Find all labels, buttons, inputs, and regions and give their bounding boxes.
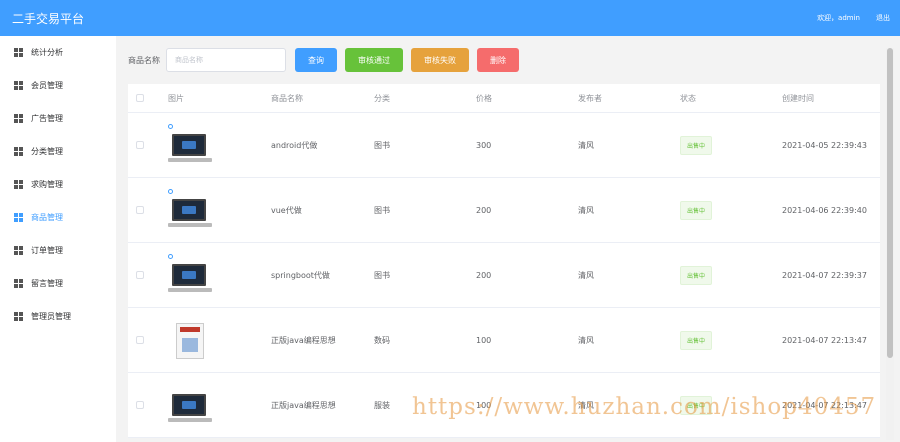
sidebar-item-label: 商品管理	[31, 213, 63, 222]
product-name: 正版java编程思想	[271, 335, 336, 345]
sidebar-item-label: 统计分析	[31, 48, 63, 57]
status-badge: 出售中	[680, 200, 713, 220]
product-price: 100	[476, 335, 492, 345]
column-header-image: 图片	[168, 93, 184, 103]
table-row[interactable]: springboot代做 图书 200 清风 出售中 2021-04-07 22…	[128, 243, 880, 308]
menu-grid-icon	[14, 213, 23, 222]
scrollbar-thumb[interactable]	[887, 48, 893, 358]
product-publisher: 清风	[578, 205, 594, 215]
search-toolbar: 商品名称 查询 审核通过 审核失败 删除	[128, 36, 898, 84]
laptop-image	[168, 189, 214, 231]
table-row[interactable]: vue代做 图书 200 清风 出售中 2021-04-06 22:39:40	[128, 178, 880, 243]
row-checkbox[interactable]	[136, 271, 144, 279]
menu-grid-icon	[14, 180, 23, 189]
product-name: android代做	[271, 140, 318, 150]
menu-grid-icon	[14, 147, 23, 156]
status-badge: 出售中	[680, 135, 713, 155]
sidebar-item-messages[interactable]: 留言管理	[0, 267, 116, 300]
sidebar-item-ads[interactable]: 广告管理	[0, 102, 116, 135]
vertical-scrollbar[interactable]	[886, 48, 894, 440]
sidebar-item-orders[interactable]: 订单管理	[0, 234, 116, 267]
product-publisher: 清风	[578, 270, 594, 280]
product-price: 200	[476, 270, 492, 280]
column-header-name: 商品名称	[271, 93, 303, 103]
select-all-checkbox[interactable]	[136, 94, 144, 102]
table-row[interactable]: android代做 图书 300 清风 出售中 2021-04-05 22:39…	[128, 113, 880, 178]
menu-grid-icon	[14, 279, 23, 288]
delete-button[interactable]: 删除	[477, 48, 519, 72]
app-title: 二手交易平台	[12, 11, 85, 26]
sidebar-item-label: 求购管理	[31, 180, 63, 189]
main-content: 商品名称 查询 审核通过 审核失败 删除 图片 商品名称 分类 价格 发布者 状…	[128, 36, 898, 442]
menu-grid-icon	[14, 114, 23, 123]
menu-grid-icon	[14, 312, 23, 321]
product-table: 图片 商品名称 分类 价格 发布者 状态 创建时间 android代做 图书 3…	[128, 84, 880, 438]
created-time: 2021-04-07 22:13:47	[782, 335, 867, 345]
product-category: 图书	[374, 140, 390, 150]
sidebar: 统计分析 会员管理 广告管理 分类管理 求购管理 商品管理 订单管理 留言管理 …	[0, 36, 116, 442]
product-name-input[interactable]	[166, 48, 286, 72]
column-header-status: 状态	[680, 93, 696, 103]
sidebar-item-label: 会员管理	[31, 81, 63, 90]
created-time: 2021-04-06 22:39:40	[782, 205, 867, 215]
created-time: 2021-04-07 22:39:37	[782, 270, 867, 280]
table-header: 图片 商品名称 分类 价格 发布者 状态 创建时间	[128, 84, 880, 113]
app-header: 二手交易平台 欢迎，admin 退出	[0, 0, 900, 36]
approve-button[interactable]: 审核通过	[345, 48, 403, 72]
product-name: 正版java编程思想	[271, 400, 336, 410]
laptop-image	[168, 384, 214, 426]
product-category: 图书	[374, 270, 390, 280]
table-row[interactable]: 正版java编程思想 服装 100 清风 出售中 2021-04-07 22:1…	[128, 373, 880, 438]
product-name: vue代做	[271, 205, 302, 215]
menu-grid-icon	[14, 81, 23, 90]
column-header-price: 价格	[476, 93, 492, 103]
sidebar-item-label: 订单管理	[31, 246, 63, 255]
status-badge: 出售中	[680, 395, 713, 415]
column-header-publisher: 发布者	[578, 93, 602, 103]
row-checkbox[interactable]	[136, 141, 144, 149]
sidebar-item-admins[interactable]: 管理员管理	[0, 300, 116, 333]
sidebar-item-label: 分类管理	[31, 147, 63, 156]
product-category: 服装	[374, 400, 390, 410]
status-badge: 出售中	[680, 265, 713, 285]
sidebar-item-members[interactable]: 会员管理	[0, 69, 116, 102]
sidebar-item-statistics[interactable]: 统计分析	[0, 36, 116, 69]
logout-link[interactable]: 退出	[876, 13, 890, 23]
desktop-computer-image	[168, 124, 214, 166]
status-badge: 出售中	[680, 330, 713, 350]
sidebar-item-categories[interactable]: 分类管理	[0, 135, 116, 168]
book-image	[168, 319, 214, 361]
row-checkbox[interactable]	[136, 206, 144, 214]
menu-grid-icon	[14, 48, 23, 57]
menu-grid-icon	[14, 246, 23, 255]
header-user-area: 欢迎，admin 退出	[817, 13, 890, 23]
product-price: 200	[476, 205, 492, 215]
search-button[interactable]: 查询	[295, 48, 337, 72]
product-publisher: 清风	[578, 335, 594, 345]
product-category: 图书	[374, 205, 390, 215]
created-time: 2021-04-05 22:39:43	[782, 140, 867, 150]
sidebar-item-label: 管理员管理	[31, 312, 71, 321]
row-checkbox[interactable]	[136, 401, 144, 409]
product-name: springboot代做	[271, 270, 330, 280]
welcome-text: 欢迎，admin	[817, 14, 860, 22]
product-publisher: 清风	[578, 140, 594, 150]
product-price: 100	[476, 400, 492, 410]
reject-button[interactable]: 审核失败	[411, 48, 469, 72]
search-label: 商品名称	[128, 55, 160, 65]
product-publisher: 清风	[578, 400, 594, 410]
column-header-created: 创建时间	[782, 93, 814, 103]
product-price: 300	[476, 140, 492, 150]
table-row[interactable]: 正版java编程思想 数码 100 清风 出售中 2021-04-07 22:1…	[128, 308, 880, 373]
sidebar-item-label: 广告管理	[31, 114, 63, 123]
row-checkbox[interactable]	[136, 336, 144, 344]
column-header-category: 分类	[374, 93, 390, 103]
laptop-image	[168, 254, 214, 296]
sidebar-item-products[interactable]: 商品管理	[0, 201, 116, 234]
product-category: 数码	[374, 335, 390, 345]
sidebar-item-label: 留言管理	[31, 279, 63, 288]
created-time: 2021-04-07 22:13:47	[782, 400, 867, 410]
sidebar-item-wanted[interactable]: 求购管理	[0, 168, 116, 201]
